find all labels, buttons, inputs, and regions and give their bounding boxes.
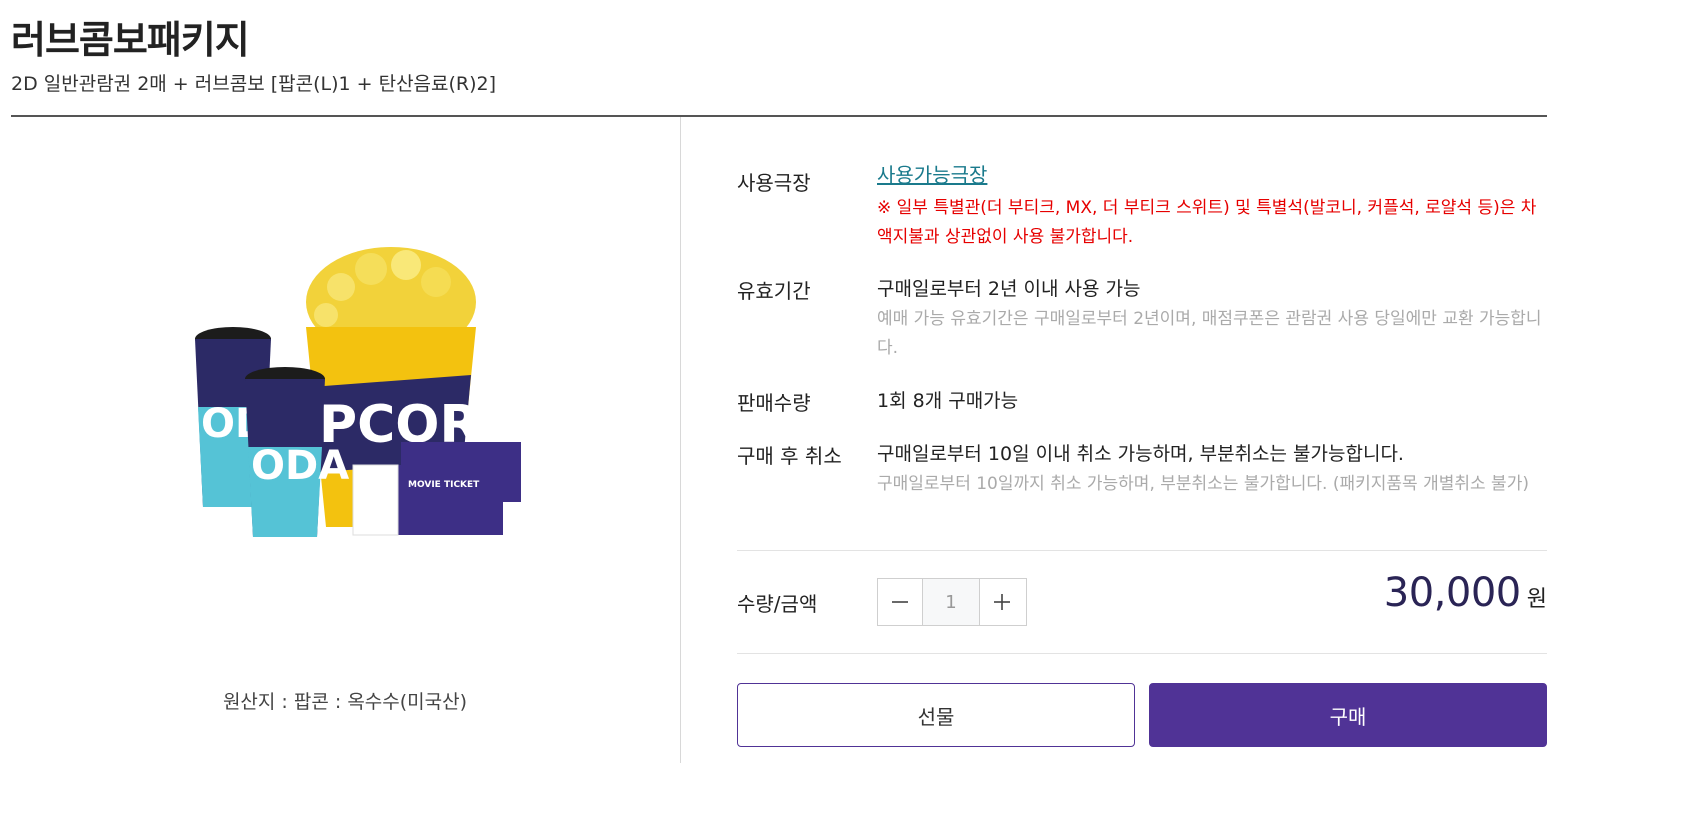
sales-limit-text: 1회 8개 구매가능	[877, 390, 1019, 412]
product-header: 러브콤보패키지 2D 일반관람권 2매 + 러브콤보 [팝콘(L)1 + 탄산음…	[11, 14, 1547, 98]
sales-limit-label: 판매수량	[737, 391, 811, 415]
gift-button[interactable]: 선물	[737, 683, 1135, 747]
quantity-label: 수량/금액	[737, 592, 818, 616]
price-currency: 원	[1526, 587, 1547, 612]
quantity-stepper: 1	[877, 578, 1027, 626]
validity-text: 구매일로부터 2년 이내 사용 가능	[877, 278, 1141, 300]
product-subtitle: 2D 일반관람권 2매 + 러브콤보 [팝콘(L)1 + 탄산음료(R)2]	[11, 73, 497, 95]
product-image-panel: PCORN ODA ODA MOVIE TICKET 원산지 : 팝콘 : 옥수…	[11, 117, 679, 763]
sales-limit-value: 1회 8개 구매가능	[877, 387, 1547, 415]
cup-text-front: ODA	[251, 443, 349, 489]
total-price: 30,000 원	[1384, 570, 1547, 616]
product-image: PCORN ODA ODA MOVIE TICKET	[195, 247, 523, 537]
quantity-input[interactable]: 1	[922, 579, 980, 625]
theater-restriction-note: ※ 일부 특별관(더 부티크, MX, 더 부티크 스위트) 및 특별석(발코니…	[877, 198, 1537, 247]
increase-button[interactable]	[980, 579, 1024, 625]
minus-icon	[892, 601, 908, 603]
price-amount: 30,000	[1383, 570, 1521, 616]
buy-button[interactable]: 구매	[1149, 683, 1547, 747]
cancel-note: 구매일로부터 10일까지 취소 가능하며, 부분취소는 불가합니다. (패키지품…	[877, 474, 1529, 494]
cancel-label: 구매 후 취소	[737, 444, 842, 468]
plus-icon	[994, 594, 1010, 610]
cancel-value: 구매일로부터 10일 이내 취소 가능하며, 부분취소는 불가능합니다. 구매일…	[877, 440, 1547, 499]
theater-label: 사용극장	[737, 171, 811, 195]
action-buttons: 선물 구매	[737, 683, 1547, 747]
quantity-row: 수량/금액 1 30,000 원	[737, 570, 1547, 628]
price-divider	[737, 653, 1547, 654]
available-theaters-link[interactable]: 사용가능극장	[877, 163, 987, 187]
ticket-text: MOVIE TICKET	[408, 480, 480, 490]
panel-divider	[680, 117, 681, 763]
theater-value: 사용가능극장 ※ 일부 특별관(더 부티크, MX, 더 부티크 스위트) 및 …	[877, 159, 1547, 252]
origin-info: 원산지 : 팝콘 : 옥수수(미국산)	[222, 691, 468, 713]
decrease-button[interactable]	[878, 579, 922, 625]
validity-value: 구매일로부터 2년 이내 사용 가능 예매 가능 유효기간은 구매일로부터 2년…	[877, 275, 1547, 363]
cancel-text: 구매일로부터 10일 이내 취소 가능하며, 부분취소는 불가능합니다.	[877, 443, 1404, 465]
validity-label: 유효기간	[737, 279, 811, 303]
page-title: 러브콤보패키지	[11, 18, 250, 62]
detail-divider	[737, 550, 1547, 551]
validity-note: 예매 가능 유효기간은 구매일로부터 2년이며, 매점쿠폰은 관람권 사용 당일…	[877, 309, 1542, 358]
